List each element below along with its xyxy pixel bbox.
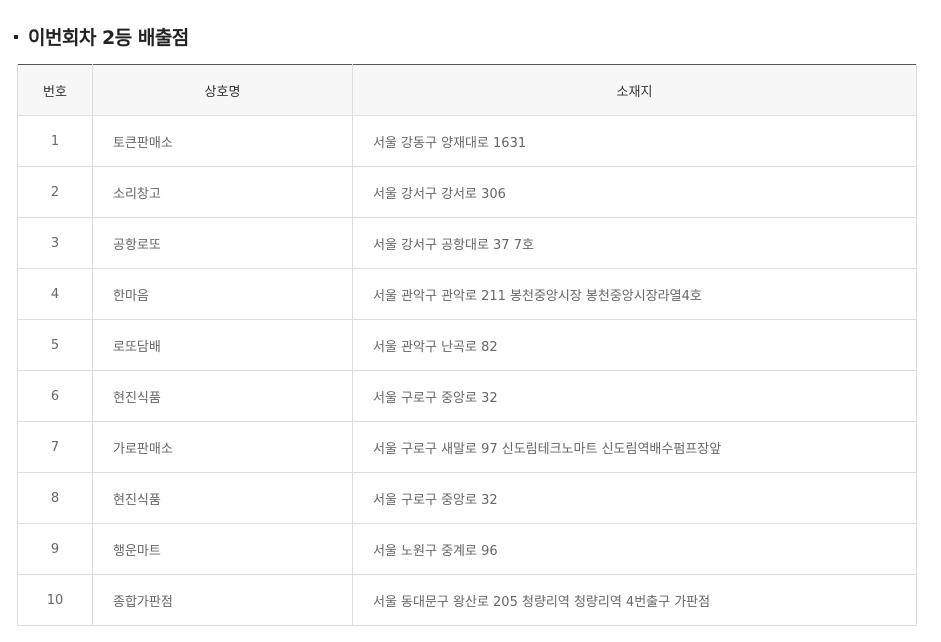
row-store-name: 종합가판점 (92, 574, 353, 626)
bullet-dot-icon (14, 35, 18, 39)
table-row: 3 공항로또 서울 강서구 공항대로 37 7호 (17, 217, 917, 269)
row-address: 서울 강서구 공항대로 37 7호 (352, 217, 917, 269)
row-store-name: 가로판매소 (92, 421, 353, 473)
table-row: 9 행운마트 서울 노원구 중계로 96 (17, 523, 917, 575)
table-row: 1 토큰판매소 서울 강동구 양재대로 1631 (17, 115, 917, 167)
row-store-name: 한마음 (92, 268, 353, 320)
header-store-name: 상호명 (92, 64, 353, 116)
winning-store-table: 번호 상호명 소재지 1 토큰판매소 서울 강동구 양재대로 1631 2 소리… (17, 64, 917, 626)
table-row: 7 가로판매소 서울 구로구 새말로 97 신도림테크노마트 신도림역배수펌프장… (17, 421, 917, 473)
header-no: 번호 (17, 64, 93, 116)
table-row: 2 소리창고 서울 강서구 강서로 306 (17, 166, 917, 218)
header-address: 소재지 (352, 64, 917, 116)
row-store-name: 로또담배 (92, 319, 353, 371)
row-address: 서울 강서구 강서로 306 (352, 166, 917, 218)
table-header-row: 번호 상호명 소재지 (17, 64, 917, 116)
row-no: 10 (17, 574, 93, 626)
row-no: 4 (17, 268, 93, 320)
row-store-name: 현진식품 (92, 472, 353, 524)
row-no: 6 (17, 370, 93, 422)
row-no: 5 (17, 319, 93, 371)
row-store-name: 행운마트 (92, 523, 353, 575)
row-no: 8 (17, 472, 93, 524)
row-store-name: 현진식품 (92, 370, 353, 422)
table-row: 10 종합가판점 서울 동대문구 왕산로 205 청량리역 청량리역 4번출구 … (17, 574, 917, 626)
section-title: 이번회차 2등 배출점 (14, 22, 189, 50)
row-address: 서울 구로구 중앙로 32 (352, 472, 917, 524)
row-address: 서울 구로구 중앙로 32 (352, 370, 917, 422)
row-address: 서울 구로구 새말로 97 신도림테크노마트 신도림역배수펌프장앞 (352, 421, 917, 473)
row-store-name: 공항로또 (92, 217, 353, 269)
row-address: 서울 관악구 관악로 211 봉천중앙시장 봉천중앙시장라열4호 (352, 268, 917, 320)
row-no: 7 (17, 421, 93, 473)
section-title-text: 이번회차 2등 배출점 (28, 26, 189, 49)
row-no: 3 (17, 217, 93, 269)
row-store-name: 소리창고 (92, 166, 353, 218)
table-row: 8 현진식품 서울 구로구 중앙로 32 (17, 472, 917, 524)
table-row: 6 현진식품 서울 구로구 중앙로 32 (17, 370, 917, 422)
row-address: 서울 동대문구 왕산로 205 청량리역 청량리역 4번출구 가판점 (352, 574, 917, 626)
row-address: 서울 관악구 난곡로 82 (352, 319, 917, 371)
row-address: 서울 강동구 양재대로 1631 (352, 115, 917, 167)
table-row: 4 한마음 서울 관악구 관악로 211 봉천중앙시장 봉천중앙시장라열4호 (17, 268, 917, 320)
row-no: 1 (17, 115, 93, 167)
row-no: 9 (17, 523, 93, 575)
row-store-name: 토큰판매소 (92, 115, 353, 167)
row-no: 2 (17, 166, 93, 218)
row-address: 서울 노원구 중계로 96 (352, 523, 917, 575)
table-row: 5 로또담배 서울 관악구 난곡로 82 (17, 319, 917, 371)
